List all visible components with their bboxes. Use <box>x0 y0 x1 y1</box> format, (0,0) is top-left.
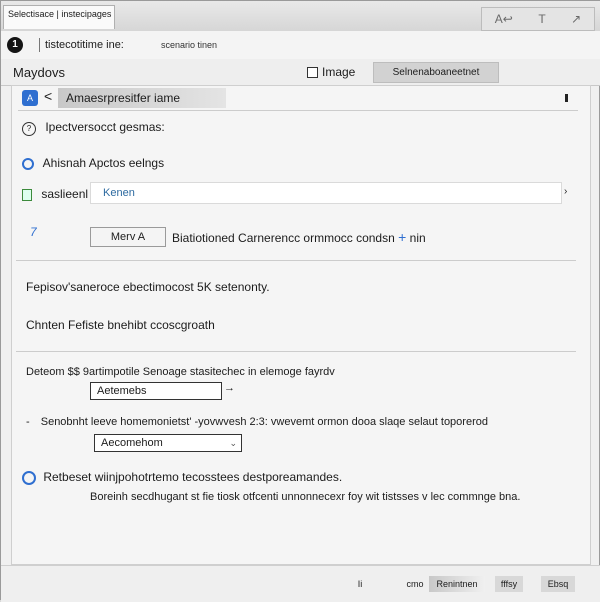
menu-row: Maydovs Image Selnenaboaneetnet <box>1 59 600 86</box>
select-value: Aecomehom <box>101 437 163 449</box>
menu-description-tail: nin <box>409 231 426 245</box>
panel-icon[interactable]: A <box>22 90 38 106</box>
arrow-icon: → <box>224 382 235 394</box>
help-icon: ? <box>22 122 36 136</box>
toolbar-divider <box>39 38 40 52</box>
select-dropdown[interactable]: Aecomehom ⌄ <box>94 434 242 452</box>
detail-label: Deteom $$ 9artimpotile Senoage stasitech… <box>26 366 335 378</box>
scenario-label[interactable]: scenario tinen <box>161 40 217 50</box>
undo-icon[interactable]: A↩ <box>495 12 513 26</box>
menu-label: Maydovs <box>13 65 66 80</box>
menu-description: Biatiotioned Carnerencc ormmocc condsn +… <box>172 229 426 245</box>
search-input[interactable]: Kenen <box>90 182 562 204</box>
radio-icon[interactable] <box>22 157 34 170</box>
bullet-icon: - <box>26 416 30 428</box>
title-bar: Selectisace | instecipages A↩ T ↗ <box>1 1 600 32</box>
select-action-button[interactable]: Selnenaboaneetnet <box>373 62 499 83</box>
bottom-button-3[interactable]: fffsy <box>495 576 523 592</box>
divider <box>18 110 578 111</box>
cursor-icon: + <box>398 229 407 245</box>
search-label: saslieenl <box>41 187 89 201</box>
question-text: Ipectversocct gesmas: <box>45 120 165 134</box>
info-body: Boreinh secdhugant st fie tiosk otfcenti… <box>90 491 521 503</box>
app-icon[interactable]: 1 <box>7 37 23 53</box>
info-title: Retbeset wiinjpohotrtemo tecosstees dest… <box>43 470 343 484</box>
panel-header: A < Amaesrpresitfer iame <box>18 88 578 108</box>
window-controls: A↩ T ↗ <box>481 7 595 31</box>
content-panel: A < Amaesrpresitfer iame ? Ipectversocct… <box>11 85 591 565</box>
chevron-right-icon[interactable]: › <box>564 186 567 197</box>
path-label: tistecotitime ine: <box>45 39 124 51</box>
paragraph-2: Chnten Fefiste bnehibt ccoscgroath <box>26 318 215 332</box>
menu-description-text: Biatiotioned Carnerencc ormmocc condsn <box>172 231 395 245</box>
select-description: - Senobnht leeve homemonietst' -yovwvesh… <box>26 416 488 428</box>
toolbar: 1 tistecotitime ine: scenario tinen <box>1 31 600 60</box>
question-row: ? Ipectversocct gesmas: <box>22 120 165 136</box>
detail-input[interactable]: Aetemebs <box>90 382 222 400</box>
panel-title: Amaesrpresitfer iame <box>58 88 226 108</box>
bottom-bar: Ii cmo Renintnen fffsy Ebsq <box>1 565 600 602</box>
search-row: saslieenl <box>22 187 88 201</box>
image-checkbox[interactable]: Image <box>307 65 355 79</box>
active-tab[interactable]: Selectisace | instecipages <box>3 5 115 29</box>
bottom-button-1[interactable]: cmo <box>403 576 427 592</box>
expand-icon[interactable]: ↗ <box>571 12 581 26</box>
app-window: Selectisace | instecipages A↩ T ↗ 1 tist… <box>0 0 600 602</box>
back-icon[interactable]: < <box>44 88 52 104</box>
file-icon <box>22 188 32 201</box>
menu-a-button[interactable]: Merv A <box>90 227 166 247</box>
link-icon[interactable]: 7 <box>30 225 37 239</box>
bottom-button-2[interactable]: Renintnen <box>429 576 485 592</box>
image-checkbox-label: Image <box>322 65 356 79</box>
chevron-down-icon[interactable]: ⌄ <box>229 435 237 451</box>
image-checkbox-box[interactable] <box>307 66 318 78</box>
more-icon[interactable] <box>565 94 568 102</box>
paragraph-1: Fepisov'saneroce ebectimocost 5K setenon… <box>26 280 270 294</box>
option-text: Ahisnah Apctos eelngs <box>42 156 165 170</box>
info-icon <box>22 470 36 485</box>
select-description-text: Senobnht leeve homemonietst' -yovwvesh 2… <box>40 416 488 428</box>
bottom-icon[interactable]: Ii <box>351 576 369 592</box>
option-row[interactable]: Ahisnah Apctos eelngs <box>22 156 164 170</box>
text-icon[interactable]: T <box>538 12 545 26</box>
info-title-row: Retbeset wiinjpohotrtemo tecosstees dest… <box>22 470 342 485</box>
bottom-button-4[interactable]: Ebsq <box>541 576 575 592</box>
divider <box>16 260 576 261</box>
divider <box>16 351 576 352</box>
